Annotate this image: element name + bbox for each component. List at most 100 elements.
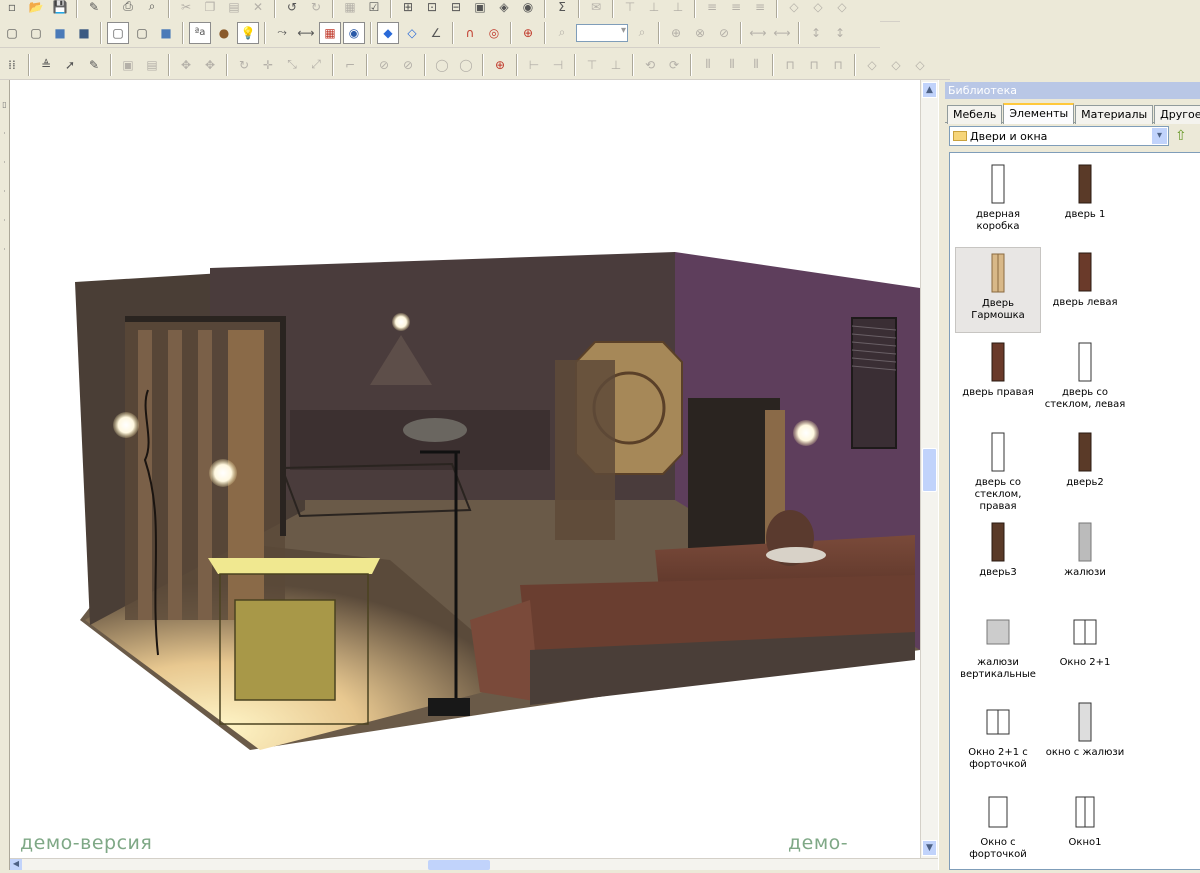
tool-handle-icon[interactable]: ▯ bbox=[0, 100, 9, 109]
list-item[interactable]: дверь 1 bbox=[1042, 159, 1128, 245]
list-item[interactable]: Окно 2+1 с форточкой bbox=[955, 697, 1041, 783]
properties-icon[interactable]: ▦ bbox=[339, 0, 361, 18]
materials-icon[interactable]: ● bbox=[213, 22, 235, 44]
tab-furniture[interactable]: Мебель bbox=[947, 105, 1003, 124]
list-item[interactable]: дверь3 bbox=[955, 517, 1041, 603]
tool-a-icon[interactable]: ◇ bbox=[783, 0, 805, 18]
horizontal-scrollbar[interactable]: ◀ bbox=[10, 858, 938, 870]
vertical-scrollbar[interactable]: ▲ ▼ bbox=[920, 80, 938, 858]
fit-icon[interactable]: ⤢ bbox=[305, 54, 327, 76]
tab-materials[interactable]: Материалы bbox=[1075, 105, 1154, 124]
dist-h-icon[interactable]: ⦀ bbox=[697, 54, 719, 76]
text-size-icon[interactable]: ªa bbox=[189, 21, 211, 44]
measure-v-icon[interactable]: ↕ bbox=[805, 22, 827, 44]
sum-icon[interactable]: Σ bbox=[551, 0, 573, 18]
show-icon[interactable]: ◯ bbox=[431, 54, 453, 76]
list-item[interactable]: окно с жалюзи bbox=[1042, 697, 1128, 783]
save-icon[interactable]: 💾 bbox=[49, 0, 71, 18]
list-item[interactable]: дверь левая bbox=[1042, 247, 1128, 333]
tool-d-icon[interactable]: ◇ bbox=[861, 54, 883, 76]
new-icon[interactable]: ▫ bbox=[1, 0, 23, 18]
chevron-down-icon[interactable]: ▾ bbox=[1152, 128, 1167, 144]
snap-point-icon[interactable]: ◆ bbox=[377, 21, 399, 44]
snap-c-icon[interactable]: ⊓ bbox=[827, 54, 849, 76]
list-item[interactable]: Окно с форточкой bbox=[955, 787, 1041, 873]
edit-icon[interactable]: ✎ bbox=[83, 0, 105, 18]
light-icon[interactable]: ◈ bbox=[493, 0, 515, 18]
copy-icon[interactable]: ❐ bbox=[199, 0, 221, 18]
undo-icon[interactable]: ↺ bbox=[281, 0, 303, 18]
tab-elements[interactable]: Элементы bbox=[1003, 103, 1075, 124]
delete-icon[interactable]: ✕ bbox=[247, 0, 269, 18]
tool-b-icon[interactable]: · bbox=[0, 158, 9, 167]
tool-c-icon[interactable]: · bbox=[0, 187, 9, 196]
ungroup-icon[interactable]: ▤ bbox=[141, 54, 163, 76]
tool-e-icon[interactable]: ◇ bbox=[885, 54, 907, 76]
tab-other[interactable]: Другое bbox=[1154, 105, 1200, 124]
scroll-thumb[interactable] bbox=[922, 448, 937, 492]
move-icon[interactable]: ✛ bbox=[257, 54, 279, 76]
target-icon[interactable]: ◎ bbox=[483, 22, 505, 44]
align-left-icon[interactable]: ⊢ bbox=[523, 54, 545, 76]
paste-icon[interactable]: ▤ bbox=[223, 0, 245, 18]
tool-a-icon[interactable]: · bbox=[0, 129, 9, 138]
hide2-icon[interactable]: ⊘ bbox=[397, 54, 419, 76]
hide-icon[interactable]: ⊘ bbox=[373, 54, 395, 76]
list-item[interactable]: Дверь Гармошка bbox=[955, 247, 1041, 333]
list-item[interactable]: дверь правая bbox=[955, 337, 1041, 423]
render-icon[interactable]: ⊡ bbox=[421, 0, 443, 18]
magnet-icon[interactable]: ∩ bbox=[459, 22, 481, 44]
mirror-v-icon[interactable]: ⊕ bbox=[665, 22, 687, 44]
pointer-icon[interactable]: ➚ bbox=[59, 54, 81, 76]
rotate-icon[interactable]: ↻ bbox=[233, 54, 255, 76]
tool-c-icon[interactable]: ◇ bbox=[831, 0, 853, 18]
zoom-out-icon[interactable]: ⌕ bbox=[631, 22, 653, 44]
move-down-icon[interactable]: ✥ bbox=[199, 54, 221, 76]
rotate-left-icon[interactable]: ⟲ bbox=[639, 54, 661, 76]
lock-icon[interactable]: ◉ bbox=[517, 0, 539, 18]
scroll-up-icon[interactable]: ▲ bbox=[922, 82, 937, 98]
align-center-icon[interactable]: ⊣ bbox=[547, 54, 569, 76]
cut-icon[interactable]: ✂ bbox=[175, 0, 197, 18]
export-icon[interactable]: ⊞ bbox=[397, 0, 419, 18]
list-item[interactable]: жалюзи bbox=[1042, 517, 1128, 603]
zoom-in-icon[interactable]: ⌕ bbox=[551, 22, 573, 44]
align-top-icon[interactable]: ⊤ bbox=[619, 0, 641, 18]
list-item[interactable]: дверь со стеклом, левая bbox=[1042, 337, 1128, 423]
mirror-h-icon[interactable]: ⊗ bbox=[689, 22, 711, 44]
box-shaded-icon[interactable]: ■ bbox=[49, 22, 71, 44]
align-bottom2-icon[interactable]: ⊥ bbox=[605, 54, 627, 76]
measure-h-icon[interactable]: ⟷ bbox=[747, 22, 769, 44]
lifebuoy2-icon[interactable]: ⊕ bbox=[489, 54, 511, 76]
show2-icon[interactable]: ◯ bbox=[455, 54, 477, 76]
checklist-icon[interactable]: ☑ bbox=[363, 0, 385, 18]
panel-splitter[interactable] bbox=[938, 80, 945, 870]
zoom-select[interactable] bbox=[576, 23, 628, 42]
corner-icon[interactable]: ⌐ bbox=[339, 54, 361, 76]
redo-icon[interactable]: ↻ bbox=[305, 0, 327, 18]
walk-icon[interactable]: ⤳ bbox=[271, 22, 293, 44]
wire-box-icon[interactable]: ▢ bbox=[1, 22, 23, 44]
3d-viewport[interactable]: демо-версия демо-версия bbox=[10, 80, 920, 858]
view-shaded-icon[interactable]: ■ bbox=[155, 22, 177, 44]
photo-icon[interactable]: ▣ bbox=[469, 0, 491, 18]
tool-f-icon[interactable]: ◇ bbox=[909, 54, 931, 76]
tool-e-icon[interactable]: · bbox=[0, 245, 9, 254]
lightbulb-icon[interactable]: 💡 bbox=[237, 21, 259, 44]
measure-h2-icon[interactable]: ⟷ bbox=[771, 22, 793, 44]
box-solid-icon[interactable]: ■ bbox=[73, 22, 95, 44]
dimension-icon[interactable]: ⟷ bbox=[295, 22, 317, 44]
print-icon[interactable]: ⎙ bbox=[117, 0, 139, 18]
box-outline-icon[interactable]: ▢ bbox=[25, 22, 47, 44]
align-middle-icon[interactable]: ⊥ bbox=[643, 0, 665, 18]
tool-b-icon[interactable]: ◇ bbox=[807, 0, 829, 18]
group-icon[interactable]: ▣ bbox=[117, 54, 139, 76]
measure-v2-icon[interactable]: ↕ bbox=[829, 22, 851, 44]
stack-icon[interactable]: ≜ bbox=[35, 54, 57, 76]
image-icon[interactable]: ⊟ bbox=[445, 0, 467, 18]
grid-icon[interactable]: ▦ bbox=[319, 21, 341, 44]
list-item[interactable]: Окно1 bbox=[1042, 787, 1128, 873]
pencil-icon[interactable]: ✎ bbox=[83, 54, 105, 76]
list-item[interactable]: Окно 2+1 bbox=[1042, 607, 1128, 693]
align-top2-icon[interactable]: ⊤ bbox=[581, 54, 603, 76]
